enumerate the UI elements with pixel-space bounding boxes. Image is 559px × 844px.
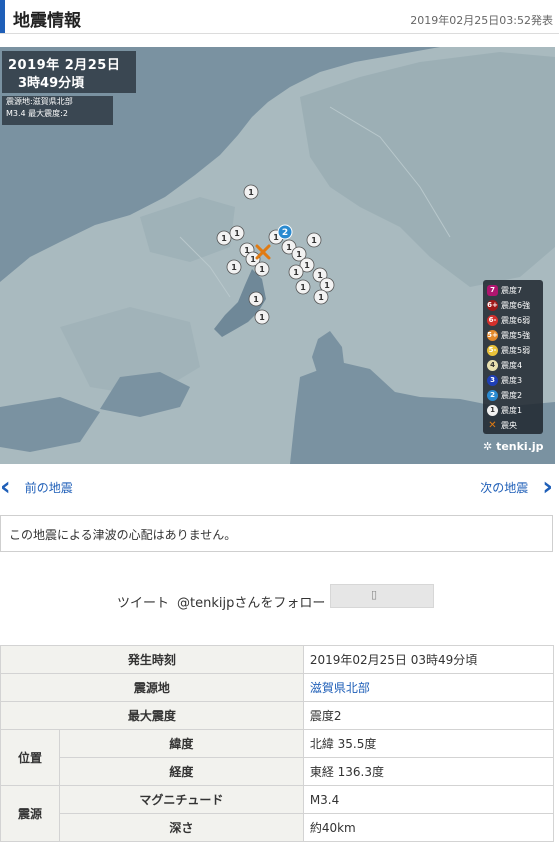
- depth-value: 約40km: [302, 813, 555, 842]
- publish-timestamp: 2019年02月25日03:52発表: [410, 14, 553, 27]
- legend-item: 4 震度4: [487, 358, 522, 372]
- magnitude-value: M3.4: [302, 785, 555, 814]
- table-row: 経度 東経 136.3度: [1, 757, 555, 786]
- chevron-left-icon: ‹: [0, 472, 11, 502]
- legend-item: 5- 震度5弱: [487, 344, 531, 356]
- intensity-legend: 7 震度7 6+ 震度6強 6- 震度6弱 5+ 震度5強 5- 震度5弱 4 震度4 3震…: [483, 280, 543, 434]
- table-row: 深さ 約40km: [1, 813, 555, 842]
- svg-text:1: 1: [300, 283, 306, 292]
- svg-text:2: 2: [282, 228, 288, 238]
- next-earthquake-link[interactable]: 次の地震 ›: [480, 472, 559, 502]
- svg-text:1: 1: [286, 243, 292, 252]
- depth-label: 深さ: [59, 813, 304, 842]
- twitter-widget[interactable]: ▯: [330, 584, 434, 608]
- svg-text:1: 1: [259, 265, 265, 274]
- epicenter-marker: [255, 244, 271, 260]
- source-label: 震源: [0, 785, 60, 842]
- svg-text:1: 1: [296, 250, 302, 259]
- map-epicenter-info: 震源地:滋賀県北部: [6, 97, 73, 106]
- tsunami-notice: この地震による津波の心配はありません。: [0, 515, 553, 552]
- follow-button[interactable]: @tenkijpさんをフォロー: [177, 592, 325, 611]
- magnitude-label: マグニチュード: [59, 785, 304, 814]
- epicenter-label: 震源地: [0, 673, 304, 702]
- tenki-logo: ✲ tenki.jp: [483, 440, 544, 453]
- svg-text:1: 1: [317, 271, 323, 280]
- time-label: 発生時刻: [0, 645, 304, 674]
- legend-item: 6+ 震度6強: [487, 299, 531, 311]
- longitude-value: 東経 136.3度: [302, 757, 555, 786]
- page-header: 地震情報 2019年02月25日03:52発表: [0, 0, 559, 34]
- svg-text:1: 1: [221, 234, 227, 243]
- map-info-overlay: 震源地:滋賀県北部 M3.4 最大震度:2: [2, 96, 113, 125]
- table-row: 最大震度 震度2: [0, 701, 555, 730]
- table-row: 位置 緯度 北緯 35.5度: [0, 729, 555, 786]
- table-row: 震源地 滋賀県北部: [0, 673, 555, 702]
- legend-item: ✕ 震央: [488, 419, 517, 431]
- prev-earthquake-label: 前の地震: [24, 480, 73, 495]
- svg-text:1: 1: [253, 295, 259, 304]
- intensity-2-marker: 2: [277, 224, 293, 240]
- gear-icon: ✲: [483, 440, 493, 453]
- max-intensity-label: 最大震度: [0, 701, 304, 730]
- svg-text:1: 1: [234, 229, 240, 238]
- legend-item: 2 震度2: [487, 388, 522, 402]
- page-title: 地震情報: [13, 11, 81, 31]
- earthquake-details-table: 発生時刻 2019年02月25日 03時49分頃 震源地 滋賀県北部 最大震度 …: [0, 645, 555, 842]
- svg-text:1: 1: [231, 263, 237, 272]
- max-intensity-value: 震度2: [302, 701, 555, 730]
- map-magnitude-info: M3.4 最大震度:2: [6, 109, 68, 118]
- next-earthquake-label: 次の地震: [480, 480, 529, 495]
- legend-item: 5+ 震度5強: [487, 329, 531, 341]
- svg-text:1: 1: [304, 261, 310, 270]
- svg-text:1: 1: [311, 236, 317, 245]
- svg-text:1: 1: [324, 281, 330, 290]
- svg-text:1: 1: [293, 268, 299, 277]
- map-time: 3時49分頃: [18, 76, 85, 91]
- table-row: 発生時刻 2019年02月25日 03時49分頃: [0, 645, 555, 674]
- header-accent-bar: [0, 0, 5, 33]
- latitude-label: 緯度: [59, 729, 304, 758]
- map-date: 2019年 2月25日: [8, 58, 121, 73]
- legend-item: 3 震度3: [487, 373, 522, 387]
- svg-text:1: 1: [248, 188, 254, 197]
- svg-text:1: 1: [250, 255, 256, 264]
- legend-item: 1 震度1: [487, 403, 522, 417]
- longitude-label: 経度: [59, 757, 304, 786]
- tsunami-notice-text: この地震による津波の心配はありません。: [9, 528, 237, 542]
- latitude-value: 北緯 35.5度: [302, 729, 555, 758]
- intensity-1-marker: 1 1 1 1 1 1 1 1 1 1 1 1 1 1 1 1 1 1 1: [216, 184, 335, 325]
- legend-item: 7 震度7: [487, 283, 522, 297]
- tweet-button[interactable]: ツイート: [117, 592, 169, 611]
- table-row: 震源 マグニチュード M3.4: [0, 785, 555, 842]
- map-datetime-overlay: 2019年 2月25日 3時49分頃: [2, 51, 136, 93]
- prev-earthquake-link[interactable]: ‹ 前の地震: [0, 472, 73, 502]
- chevron-right-icon: ›: [542, 472, 553, 502]
- position-label: 位置: [0, 729, 60, 786]
- time-value: 2019年02月25日 03時49分頃: [302, 645, 555, 674]
- svg-text:1: 1: [259, 313, 265, 322]
- svg-text:1: 1: [318, 293, 324, 302]
- document-icon: ▯: [371, 588, 378, 601]
- epicenter-link[interactable]: 滋賀県北部: [302, 673, 555, 702]
- legend-item: 6- 震度6弱: [487, 314, 531, 326]
